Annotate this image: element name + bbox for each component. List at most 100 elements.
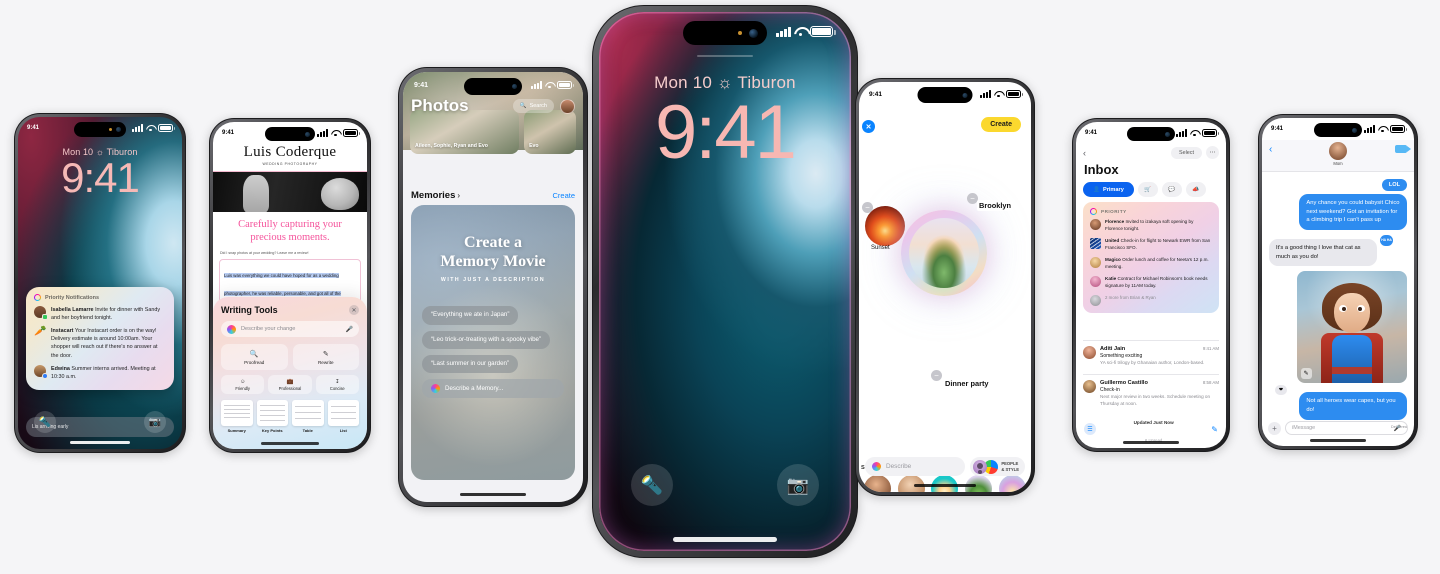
plus-icon[interactable]: + xyxy=(1268,421,1281,435)
mail-row[interactable]: Aditi Jain 9:41 AM Something exciting YA… xyxy=(1083,340,1219,367)
message-input[interactable]: iMessage 🎤 xyxy=(1285,421,1408,435)
conversation-contact[interactable]: Mom xyxy=(1329,142,1347,166)
describe-input[interactable]: Describe xyxy=(865,457,966,476)
table-button[interactable]: Table xyxy=(292,400,324,433)
wifi-icon xyxy=(331,130,340,137)
reaction-row: ❤ xyxy=(1269,385,1407,396)
message-bubble-outgoing[interactable]: Any chance you could babysit Chico next … xyxy=(1299,194,1407,231)
ellipsis-icon[interactable]: ⋯ xyxy=(1206,146,1219,159)
priority-card[interactable]: PRIORITY Florence Invited to izakaya sof… xyxy=(1083,202,1219,313)
memory-suggestion[interactable]: “Everything we ate in Japan” xyxy=(422,306,519,325)
priority-item[interactable]: Katie Contract for Michael Robinson's bo… xyxy=(1090,275,1212,290)
flashlight-icon[interactable]: 🔦 xyxy=(631,464,673,506)
mail-row[interactable]: Guillermo Castillo 8:58 AM Check-in Next… xyxy=(1083,374,1219,407)
microphone-icon[interactable]: 🎤 xyxy=(346,326,353,333)
close-icon[interactable]: ✕ xyxy=(862,120,875,133)
tag-dinner-party[interactable]: − xyxy=(931,370,942,381)
tag-sunset[interactable]: − xyxy=(862,202,873,213)
tab-updates[interactable]: 💬 xyxy=(1161,182,1182,197)
battery-icon xyxy=(1202,129,1220,137)
status-time: 9:41 xyxy=(414,81,429,89)
filter-icon[interactable]: ☰ xyxy=(1084,423,1096,435)
priority-more-row[interactable]: 2 more from Brian & Ryan xyxy=(1090,294,1212,306)
describe-placeholder: Describe xyxy=(886,463,912,470)
search-label: Search xyxy=(529,103,547,109)
summary-button[interactable]: Summary xyxy=(221,400,253,433)
describe-placeholder: Describe a Memory... xyxy=(445,384,504,392)
phone4-screen: Mon 10 ☼ Tiburon 9:41 🔦 📷 xyxy=(599,12,851,551)
message-bubble-outgoing[interactable]: Not all heroes wear capes, but you do! xyxy=(1299,392,1407,420)
arrow-down-icon: ↧ xyxy=(335,378,340,385)
tapback-lol[interactable]: LOL xyxy=(1381,179,1407,191)
generated-image-preview[interactable] xyxy=(901,210,987,296)
priority-notifications-card[interactable]: Priority Notifications Isabella Lamarre … xyxy=(26,287,174,390)
friendly-button[interactable]: ☺ Friendly xyxy=(221,375,265,394)
reaction-haha[interactable]: HA HA xyxy=(1380,235,1393,247)
close-icon[interactable]: ✕ xyxy=(349,305,359,315)
minus-icon[interactable]: − xyxy=(931,370,942,381)
panel-title: Writing Tools xyxy=(221,305,278,315)
describe-memory-input[interactable]: Describe a Memory... xyxy=(422,379,564,399)
sender-avatar xyxy=(1090,219,1101,230)
phone3-screen: 9:41 Photos 🔍 Search Aileen, Sophie, Rya… xyxy=(403,72,583,502)
mail-time: 8:58 AM xyxy=(1202,380,1219,385)
microphone-icon[interactable]: 🎤 xyxy=(1394,425,1401,432)
compose-icon[interactable]: ✎ xyxy=(1211,425,1218,434)
people-and-style-button[interactable]: PEOPLE & STYLE xyxy=(970,457,1025,476)
priority-item[interactable]: Magico Order lunch and coffee for Neeta'… xyxy=(1090,256,1212,271)
home-indicator xyxy=(914,483,976,487)
phone-image-playground: 9:41 ✕ Create − Sunset − Brooklyn − Dinn… xyxy=(855,78,1035,496)
profile-avatar[interactable] xyxy=(560,98,575,114)
key-points-button[interactable]: Key Points xyxy=(256,400,288,433)
action-label: List xyxy=(339,428,347,433)
select-button[interactable]: Select xyxy=(1171,146,1202,159)
phone6-screen: 9:41 ‹ Select ⋯ Inbox 👤 Primary 🛒 💬 📣 PR… xyxy=(1076,122,1226,448)
status-time: 9:41 xyxy=(27,125,40,131)
memory-movie-card[interactable]: Create a Memory Movie WITH JUST A DESCRI… xyxy=(411,205,575,480)
create-memory-link[interactable]: Create xyxy=(552,191,575,200)
memory-suggestion[interactable]: “Leo trick-or-treating with a spooky vib… xyxy=(422,330,551,350)
wifi-icon xyxy=(994,91,1003,98)
tab-primary[interactable]: 👤 Primary xyxy=(1083,182,1134,197)
describe-change-input[interactable]: Describe your change 🎤 xyxy=(221,321,359,337)
minus-icon[interactable]: − xyxy=(862,202,873,213)
genmoji-image[interactable]: ✎ xyxy=(1296,271,1407,384)
tab-promotions[interactable]: 📣 xyxy=(1185,182,1206,197)
notification-item[interactable]: Isabella Lamarre Invite for dinner with … xyxy=(34,306,166,322)
facetime-icon[interactable] xyxy=(1395,145,1411,153)
priority-text: Contract for Michael Robinson's book nee… xyxy=(1105,275,1208,288)
notification-item[interactable]: Instacart Your Instacart order is on the… xyxy=(34,326,166,359)
battery-icon xyxy=(557,81,575,89)
priority-item[interactable]: Florence Invited to izakaya soft opening… xyxy=(1090,219,1212,233)
photo-tile[interactable]: Aileen, Sophie, Ryan and Evo xyxy=(410,110,520,154)
section-title: Memories xyxy=(411,190,456,201)
chevron-left-icon[interactable]: ‹ xyxy=(1083,148,1086,158)
professional-button[interactable]: 💼 Professional xyxy=(268,375,312,394)
notification-item[interactable]: Edwina Summer interns arrived. Meeting a… xyxy=(34,364,166,381)
suggestion-item[interactable]: Carmen xyxy=(863,475,893,492)
message-bubble-incoming[interactable]: It's a good thing I love that cat as muc… xyxy=(1269,239,1377,267)
reaction-heart[interactable]: ❤ xyxy=(1275,385,1287,396)
suggestion-item[interactable]: Fantasy xyxy=(997,475,1027,492)
flashlight-icon[interactable]: 🔦 xyxy=(34,411,56,433)
proofread-button[interactable]: 🔍 Proofread xyxy=(221,344,288,370)
camera-icon[interactable]: 📷 xyxy=(144,411,166,433)
mail-footer: ☰ Updated Just Now 6 Unread ✎ xyxy=(1076,420,1226,443)
list-button[interactable]: List xyxy=(327,400,359,433)
camera-icon[interactable]: 📷 xyxy=(777,464,819,506)
cellular-icon xyxy=(317,129,328,137)
sender-avatar xyxy=(1090,237,1101,249)
tag-label-sunset: Sunset xyxy=(871,245,890,251)
priority-text: Order lunch and coffee for Neeta's 12 p.… xyxy=(1105,256,1209,269)
memories-title-group[interactable]: Memories › xyxy=(411,190,460,201)
create-button[interactable]: Create xyxy=(981,117,1021,132)
memory-suggestion[interactable]: “Last summer in our garden” xyxy=(422,355,519,374)
status-icons xyxy=(531,81,575,89)
photo-tile[interactable]: Evo xyxy=(524,110,576,154)
rewrite-button[interactable]: ✎ Rewrite xyxy=(292,344,359,370)
concise-button[interactable]: ↧ Concise xyxy=(315,375,359,394)
tab-transactions[interactable]: 🛒 xyxy=(1137,182,1158,197)
search-button[interactable]: 🔍 Search xyxy=(512,99,554,113)
chevron-left-icon[interactable]: ‹ xyxy=(1269,144,1272,155)
priority-item[interactable]: United Check-in for flight to Newark EWR… xyxy=(1090,237,1212,252)
